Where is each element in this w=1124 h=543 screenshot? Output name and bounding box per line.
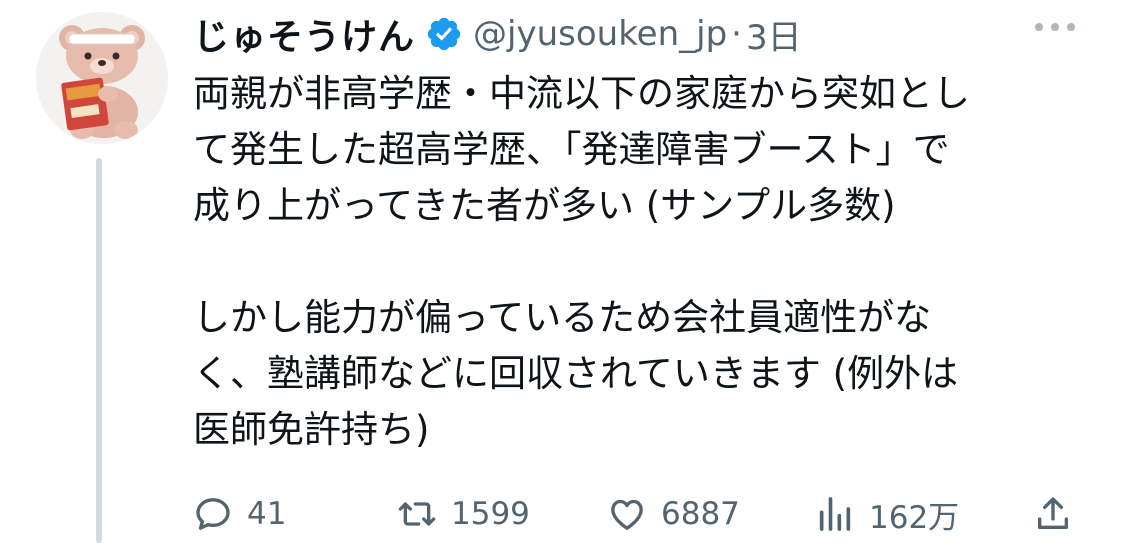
reply-button[interactable]: 41 bbox=[193, 488, 286, 540]
more-options-icon[interactable] bbox=[1032, 20, 1078, 34]
separator-dot: · bbox=[731, 14, 742, 54]
user-handle[interactable]: @jyusouken_jp bbox=[473, 14, 727, 54]
tweet-line: しかし能力が偏っているため会社員適性がな bbox=[193, 296, 932, 339]
tweet-line: て発生した超高学歴、「発達障害ブースト」で bbox=[193, 128, 950, 171]
share-icon bbox=[1038, 497, 1068, 529]
retweet-icon bbox=[398, 502, 436, 526]
views-icon bbox=[819, 497, 851, 531]
avatar[interactable] bbox=[36, 12, 168, 144]
reply-icon bbox=[196, 498, 230, 530]
tweet-line: く、塾講師などに回収されていきます (例外は bbox=[193, 352, 959, 395]
retweet-count: 1599 bbox=[451, 496, 530, 532]
tweet-header: じゅそうけん @jyusouken_jp · 3日 bbox=[193, 6, 802, 62]
display-name[interactable]: じゅそうけん bbox=[193, 8, 415, 60]
views-count: 162万 bbox=[869, 499, 960, 536]
thread-line bbox=[96, 158, 102, 543]
heart-icon bbox=[611, 499, 643, 530]
share-button[interactable] bbox=[1033, 488, 1073, 540]
reply-count: 41 bbox=[247, 496, 287, 532]
tweet-line: 医師免許持ち) bbox=[193, 408, 430, 451]
tweet: じゅそうけん @jyusouken_jp · 3日 両親が非高学歴・中流以下の家… bbox=[0, 0, 1124, 543]
bear-avatar-image bbox=[36, 12, 168, 144]
verified-badge-icon bbox=[427, 17, 461, 51]
like-button[interactable]: 6887 bbox=[607, 488, 740, 540]
action-bar: 41 1599 6887 162万 bbox=[193, 488, 1093, 540]
retweet-button[interactable]: 1599 bbox=[397, 488, 530, 540]
views-button[interactable]: 162万 bbox=[815, 488, 959, 540]
like-count: 6887 bbox=[661, 496, 740, 532]
timestamp[interactable]: 3日 bbox=[746, 10, 802, 59]
tweet-line: 両親が非高学歴・中流以下の家庭から突如とし bbox=[193, 72, 970, 115]
tweet-text: 両親が非高学歴・中流以下の家庭から突如とし て発生した超高学歴、「発達障害ブース… bbox=[193, 66, 1093, 458]
tweet-line: 成り上がってきた者が多い (サンプル多数) bbox=[193, 184, 896, 227]
